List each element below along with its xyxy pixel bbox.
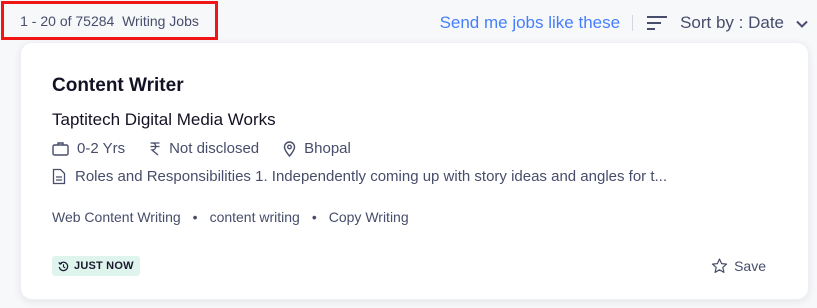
- tag-separator: •: [311, 209, 317, 225]
- company-name[interactable]: Taptitech Digital Media Works: [52, 110, 276, 130]
- job-card[interactable]: Content Writer Taptitech Digital Media W…: [20, 42, 809, 300]
- divider: [632, 15, 634, 31]
- sort-dropdown[interactable]: Sort by : Date: [647, 13, 809, 33]
- briefcase-icon: [52, 142, 69, 156]
- results-count: 1 - 20 of 75284 Writing Jobs: [1, 1, 218, 40]
- salary: Not disclosed: [149, 140, 259, 157]
- location-pin-icon: [283, 140, 296, 157]
- tag-separator: •: [192, 209, 198, 225]
- posted-badge: JUST NOW: [52, 256, 140, 276]
- save-label: Save: [734, 258, 766, 274]
- job-meta: 0-2 Yrs Not disclosed Bhopal: [52, 140, 375, 157]
- description-text: Roles and Responsibilities 1. Independen…: [75, 168, 668, 185]
- experience-value: 0-2 Yrs: [77, 140, 126, 157]
- chevron-down-icon: [795, 16, 809, 30]
- send-jobs-link[interactable]: Send me jobs like these: [440, 13, 621, 33]
- top-actions: Send me jobs like these Sort by : Date: [440, 8, 809, 38]
- job-title[interactable]: Content Writer: [52, 75, 184, 97]
- save-button[interactable]: Save: [711, 258, 766, 274]
- history-icon: [58, 261, 69, 271]
- skill-tags: Web Content Writing • content writing • …: [52, 209, 409, 225]
- posted-badge-label: JUST NOW: [74, 260, 134, 272]
- experience: 0-2 Yrs: [52, 140, 125, 157]
- results-range: 1 - 20 of 75284: [20, 12, 115, 29]
- sort-label: Sort by : Date: [680, 13, 784, 32]
- tag: content writing: [209, 209, 300, 225]
- salary-value: Not disclosed: [169, 140, 260, 157]
- document-icon: [52, 168, 66, 185]
- location-value: Bhopal: [304, 140, 351, 157]
- sort-icon: [647, 15, 668, 31]
- star-icon: [711, 258, 728, 273]
- tag: Web Content Writing: [52, 209, 181, 225]
- results-category: Writing Jobs: [122, 12, 199, 29]
- location: Bhopal: [283, 140, 351, 157]
- rupee-icon: [150, 142, 160, 156]
- tag: Copy Writing: [328, 209, 409, 225]
- job-description: Roles and Responsibilities 1. Independen…: [52, 168, 667, 185]
